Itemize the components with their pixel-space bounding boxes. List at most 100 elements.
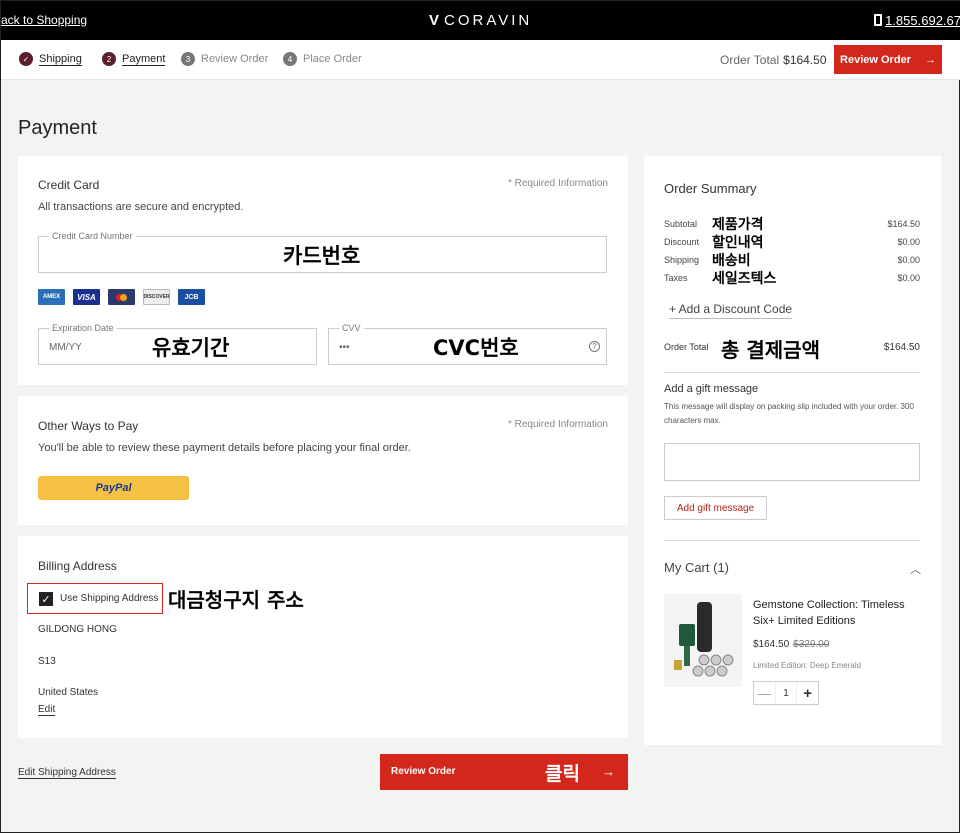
billing-line1: S13 bbox=[38, 656, 56, 667]
checkout-steps-bar: ✓ Shipping 2 Payment 3 Review Order 4 Pl… bbox=[1, 40, 960, 80]
discover-icon: DISCOVER bbox=[143, 289, 170, 305]
add-gift-message-button[interactable]: Add gift message bbox=[664, 496, 767, 520]
other-payment-section: Other Ways to Pay * Required Information… bbox=[18, 396, 628, 525]
check-icon: ✓ bbox=[19, 52, 33, 66]
use-shipping-address-checkbox[interactable]: ✓ Use Shipping Address bbox=[27, 583, 163, 614]
summary-row-subtotal: Subtotal 제품가격 $164.50 bbox=[664, 216, 920, 234]
phone-link[interactable]: 1.855.692.67 bbox=[874, 13, 960, 28]
row-annotation: 할인내역 bbox=[712, 235, 764, 251]
review-order-button[interactable]: Review Order 클릭 → bbox=[380, 754, 628, 790]
header-order-total: Order Total $164.50 bbox=[720, 53, 827, 67]
billing-name: GILDONG HONG bbox=[38, 624, 117, 635]
step-number: 2 bbox=[102, 52, 116, 66]
checkbox-label: Use Shipping Address bbox=[60, 593, 159, 604]
quantity-stepper: — 1 + bbox=[753, 681, 819, 705]
page-title: Payment bbox=[18, 117, 97, 139]
price-original: $329.00 bbox=[793, 639, 830, 650]
click-annotation: 클릭 bbox=[545, 763, 580, 785]
row-annotation: 배송비 bbox=[712, 253, 751, 269]
row-annotation: 세일즈텍스 bbox=[712, 271, 777, 287]
product-variant: Limited Edition: Deep Emerald bbox=[753, 661, 862, 670]
cvv-placeholder: ••• bbox=[339, 342, 350, 353]
cvv-input[interactable]: CVV ••• CVC번호 ? bbox=[328, 323, 607, 365]
amex-icon: AMEX bbox=[38, 289, 65, 305]
row-annotation: 제품가격 bbox=[712, 217, 764, 233]
phone-number: 1.855.692.67 bbox=[885, 13, 960, 28]
help-icon[interactable]: ? bbox=[589, 341, 600, 352]
step-label: Shipping bbox=[39, 52, 82, 66]
price-current: $164.50 bbox=[753, 639, 790, 650]
quantity-value: 1 bbox=[783, 687, 789, 699]
row-label: Subtotal bbox=[664, 219, 698, 229]
expiration-date-input[interactable]: Expiration Date MM/YY 유효기간 bbox=[38, 323, 317, 365]
review-order-label: Review Order bbox=[391, 766, 456, 777]
summary-row-discount: Discount 할인내역 $0.00 bbox=[664, 234, 920, 252]
logo-v-icon: V bbox=[429, 12, 443, 29]
gift-message-input[interactable] bbox=[664, 443, 920, 481]
card-number-label: Credit Card Number bbox=[49, 231, 136, 241]
summary-row-shipping: Shipping 배송비 $0.00 bbox=[664, 252, 920, 270]
order-total-label: Order Total bbox=[720, 53, 780, 67]
step-number: 4 bbox=[283, 52, 297, 66]
increase-quantity-button[interactable]: + bbox=[796, 682, 818, 704]
total-label: Order Total bbox=[664, 342, 709, 352]
phone-icon bbox=[874, 14, 883, 26]
step-label: Review Order bbox=[201, 53, 269, 65]
row-label: Shipping bbox=[664, 255, 700, 265]
expiration-annotation: 유효기간 bbox=[152, 336, 230, 360]
card-number-input[interactable]: Credit Card Number 카드번호 bbox=[38, 231, 607, 273]
accepted-cards: AMEX VISA DISCOVER JCB bbox=[38, 289, 205, 305]
paypal-button[interactable]: PayPal bbox=[38, 476, 189, 500]
my-cart-toggle[interactable]: My Cart (1) bbox=[664, 560, 729, 575]
credit-card-title: Credit Card bbox=[38, 178, 100, 192]
divider bbox=[664, 540, 920, 541]
summary-order-total: Order Total 총 결제금액 $164.50 bbox=[664, 334, 920, 362]
product-image bbox=[664, 594, 742, 687]
order-summary-panel: Order Summary Subtotal 제품가격 $164.50 Disc… bbox=[644, 156, 941, 745]
billing-edit-link[interactable]: Edit bbox=[38, 704, 56, 716]
required-info-note: * Required Information bbox=[507, 178, 608, 189]
review-order-label: Review Order bbox=[840, 53, 911, 66]
mastercard-icon bbox=[108, 289, 135, 305]
row-value: $0.00 bbox=[897, 237, 920, 247]
coravin-logo[interactable]: V CORAVIN bbox=[429, 12, 532, 29]
gift-message-title: Add a gift message bbox=[664, 383, 759, 395]
chevron-up-icon[interactable]: ︿ bbox=[910, 561, 921, 577]
product-price: $164.50 $329.00 bbox=[753, 639, 829, 650]
review-order-top-button[interactable]: Review Order → bbox=[834, 45, 942, 74]
step-place-order: 4 Place Order bbox=[283, 52, 362, 66]
product-name: Gemstone Collection: Timeless Six+ Limit… bbox=[753, 599, 905, 627]
row-label: Discount bbox=[664, 237, 700, 247]
logo-text: CORAVIN bbox=[444, 12, 533, 29]
total-value: $164.50 bbox=[883, 342, 920, 353]
row-value: $164.50 bbox=[887, 219, 920, 229]
step-label: Payment bbox=[122, 52, 166, 66]
summary-row-taxes: Taxes 세일즈텍스 $0.00 bbox=[664, 270, 920, 288]
add-discount-code-link[interactable]: + Add a Discount Code bbox=[669, 302, 793, 319]
edit-shipping-address-link[interactable]: Edit Shipping Address bbox=[18, 767, 116, 779]
billing-country: United States bbox=[38, 687, 99, 698]
cvv-label: CVV bbox=[339, 323, 364, 333]
secure-note: All transactions are secure and encrypte… bbox=[38, 201, 244, 213]
cart-count: (1) bbox=[713, 560, 730, 575]
checkbox-checked-icon: ✓ bbox=[39, 592, 53, 606]
jcb-icon: JCB bbox=[178, 289, 205, 305]
decrease-quantity-button[interactable]: — bbox=[754, 682, 776, 704]
order-total-value: $164.50 bbox=[783, 53, 827, 67]
gift-message-description: This message will display on packing sli… bbox=[664, 402, 914, 425]
expiration-label: Expiration Date bbox=[49, 323, 117, 333]
total-annotation: 총 결제금액 bbox=[721, 338, 820, 362]
step-payment[interactable]: 2 Payment bbox=[102, 52, 166, 66]
required-info-note: * Required Information bbox=[507, 419, 608, 430]
step-label: Place Order bbox=[303, 53, 362, 65]
billing-title: Billing Address bbox=[38, 559, 117, 573]
visa-icon: VISA bbox=[73, 289, 100, 305]
step-number: 3 bbox=[181, 52, 195, 66]
billing-address-section: Billing Address ✓ Use Shipping Address 대… bbox=[18, 536, 628, 738]
back-to-shopping-link[interactable]: ack to Shopping bbox=[1, 13, 87, 27]
cvv-annotation: CVC번호 bbox=[433, 336, 519, 360]
billing-annotation: 대금청구지 주소 bbox=[168, 588, 304, 612]
step-shipping[interactable]: ✓ Shipping bbox=[19, 52, 82, 66]
step-review-order: 3 Review Order bbox=[181, 52, 268, 66]
other-pay-title: Other Ways to Pay bbox=[38, 419, 139, 433]
